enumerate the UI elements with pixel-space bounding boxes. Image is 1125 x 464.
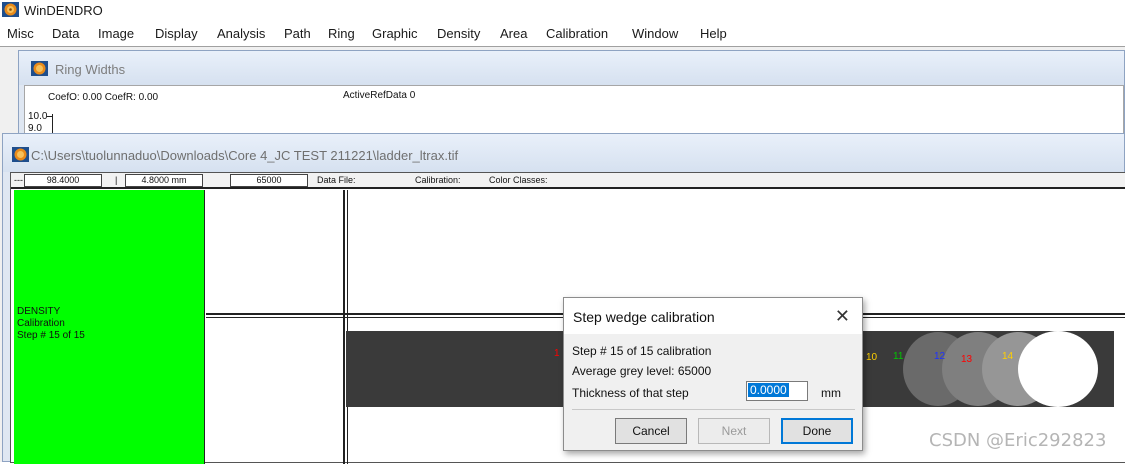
view-divider	[343, 190, 345, 464]
grey-level-info: Average grey level: 65000	[572, 364, 712, 378]
view-divider	[347, 190, 348, 464]
app-title-bar: WinDENDRO	[0, 0, 1125, 21]
panel-mode: DENSITY	[17, 306, 61, 317]
menu-analysis[interactable]: Analysis	[217, 26, 265, 41]
x-readout: 98.4000	[24, 174, 102, 187]
menu-density[interactable]: Density	[437, 26, 480, 41]
dialog-title: Step wedge calibration	[573, 309, 715, 325]
step-label: 14	[1002, 351, 1014, 362]
menu-window[interactable]: Window	[632, 26, 678, 41]
step-circle	[1018, 331, 1098, 407]
windendro-icon	[31, 61, 48, 76]
step-label: 12	[934, 351, 946, 362]
panel-step: Step # 15 of 15	[17, 330, 85, 341]
thickness-label: Thickness of that step	[572, 386, 689, 400]
data-file-label: Data File:	[317, 175, 356, 185]
y-readout: 4.8000 mm	[125, 174, 203, 187]
step-label: 13	[961, 354, 973, 365]
thickness-value: 0.0000	[748, 383, 789, 397]
thickness-unit: mm	[821, 386, 841, 400]
calibration-label: Calibration:	[415, 175, 461, 185]
status-row: --- 98.4000 | 4.8000 mm 65000 Data File:…	[11, 173, 1125, 189]
panel-submode: Calibration	[17, 318, 65, 329]
windendro-icon	[12, 147, 29, 162]
app-title: WinDENDRO	[24, 3, 103, 18]
menu-help[interactable]: Help	[700, 26, 727, 41]
menu-path[interactable]: Path	[284, 26, 311, 41]
step-label: 1	[554, 348, 560, 359]
coef-readout: CoefO: 0.00 CoefR: 0.00	[48, 92, 159, 103]
image-window-title: C:\Users\tuolunnaduo\Downloads\Core 4_JC…	[31, 148, 459, 163]
menu-graphic[interactable]: Graphic	[372, 26, 418, 41]
menu-bar: Misc Data Image Display Analysis Path Ri…	[0, 21, 1125, 46]
menu-image[interactable]: Image	[98, 26, 134, 41]
menu-area[interactable]: Area	[500, 26, 527, 41]
menu-data[interactable]: Data	[52, 26, 79, 41]
thickness-input[interactable]: 0.0000	[746, 381, 808, 401]
grey-readout: 65000	[230, 174, 308, 187]
step-label: 10	[866, 352, 878, 363]
density-panel: DENSITY Calibration Step # 15 of 15	[14, 190, 205, 464]
windendro-icon	[2, 2, 19, 17]
menu-calibration[interactable]: Calibration	[546, 26, 608, 41]
ring-widths-title: Ring Widths	[55, 62, 126, 77]
ring-widths-title-bar[interactable]: Ring Widths	[19, 51, 1124, 85]
watermark: CSDN @Eric292823	[929, 430, 1107, 451]
status-dash: ---	[14, 175, 23, 185]
cancel-button[interactable]: Cancel	[615, 418, 687, 444]
menu-display[interactable]: Display	[155, 26, 198, 41]
image-window-title-bar[interactable]: C:\Users\tuolunnaduo\Downloads\Core 4_JC…	[3, 134, 1124, 172]
color-classes-label: Color Classes:	[489, 175, 548, 185]
menu-ring[interactable]: Ring	[328, 26, 355, 41]
step-wedge-dialog: Step wedge calibration ✕ Step # 15 of 15…	[563, 297, 863, 451]
done-button[interactable]: Done	[781, 418, 853, 444]
active-ref-readout: ActiveRefData 0	[343, 90, 416, 101]
status-bar: |	[115, 175, 118, 185]
menu-misc[interactable]: Misc	[7, 26, 34, 41]
step-info: Step # 15 of 15 calibration	[572, 344, 712, 358]
dialog-title-bar[interactable]: Step wedge calibration ✕	[564, 298, 862, 334]
next-button[interactable]: Next	[698, 418, 770, 444]
close-icon[interactable]: ✕	[835, 306, 850, 327]
y-tick-label: 10.0	[28, 111, 48, 122]
dialog-separator	[572, 409, 855, 410]
step-label: 11	[893, 351, 904, 362]
y-tick	[47, 116, 53, 117]
